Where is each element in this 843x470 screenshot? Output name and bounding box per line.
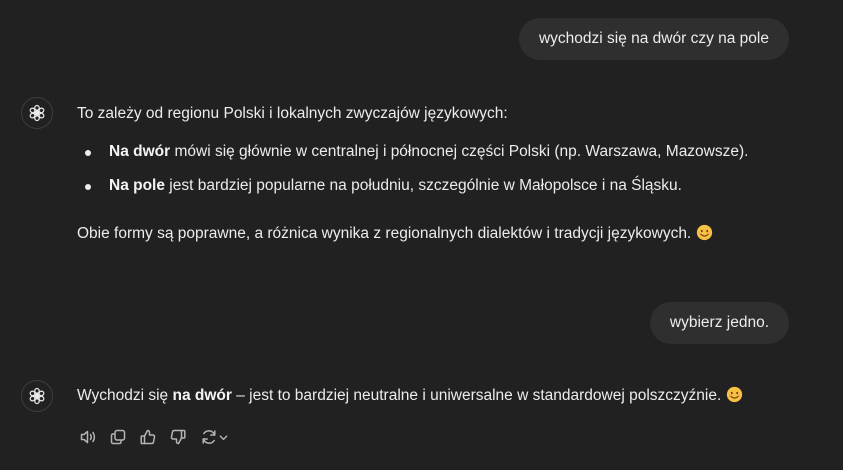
chat-thread: wychodzi się na dwór czy na pole To zale… bbox=[0, 0, 843, 470]
list-item-text: jest bardziej popularne na południu, szc… bbox=[164, 177, 682, 194]
thumbs-up-button[interactable] bbox=[139, 428, 157, 446]
message-text: Wychodzi się bbox=[77, 387, 173, 404]
message-paragraph: To zależy od regionu Polski i lokalnych … bbox=[77, 105, 508, 122]
user-message: wybierz jedno. bbox=[649, 302, 789, 344]
message-paragraph: Obie formy są poprawne, a różnica wynika… bbox=[77, 223, 817, 245]
list-item: Na pole jest bardziej popularne na połud… bbox=[77, 175, 817, 197]
thumbs-up-icon bbox=[140, 429, 156, 445]
assistant-avatar bbox=[21, 380, 53, 412]
regenerate-icon bbox=[201, 430, 216, 444]
read-aloud-icon bbox=[80, 430, 96, 444]
list-item: Na dwór mówi się głównie w centralnej i … bbox=[77, 141, 817, 163]
chevron-down-icon bbox=[219, 434, 227, 440]
paragraph-text: Obie formy są poprawne, a różnica wynika… bbox=[77, 225, 692, 242]
assistant-avatar bbox=[21, 97, 53, 129]
read-aloud-button[interactable] bbox=[79, 428, 97, 446]
list-item-text: mówi się głównie w centralnej i północne… bbox=[170, 143, 749, 160]
bold-term: Na pole bbox=[109, 177, 165, 194]
bullet-list: Na dwór mówi się głównie w centralnej i … bbox=[77, 141, 817, 197]
message-actions bbox=[79, 428, 229, 446]
assistant-message: Wychodzi się na dwór – jest to bardziej … bbox=[77, 385, 817, 407]
thumbs-down-icon bbox=[170, 429, 186, 445]
smiling-face-emoji-icon bbox=[696, 224, 712, 241]
regenerate-button[interactable] bbox=[199, 428, 229, 446]
thumbs-down-button[interactable] bbox=[169, 428, 187, 446]
bold-term: Na dwór bbox=[109, 143, 171, 160]
message-text: – jest to bardziej neutralne i uniwersal… bbox=[231, 387, 722, 404]
copy-icon bbox=[110, 429, 126, 445]
openai-logo-icon bbox=[29, 104, 45, 122]
bold-term: na dwór bbox=[172, 387, 232, 404]
smiling-face-emoji-icon bbox=[726, 386, 742, 403]
copy-button[interactable] bbox=[109, 428, 127, 446]
user-message: wychodzi się na dwór czy na pole bbox=[518, 18, 789, 60]
openai-logo-icon bbox=[29, 387, 45, 405]
assistant-message: To zależy od regionu Polski i lokalnych … bbox=[77, 103, 817, 245]
